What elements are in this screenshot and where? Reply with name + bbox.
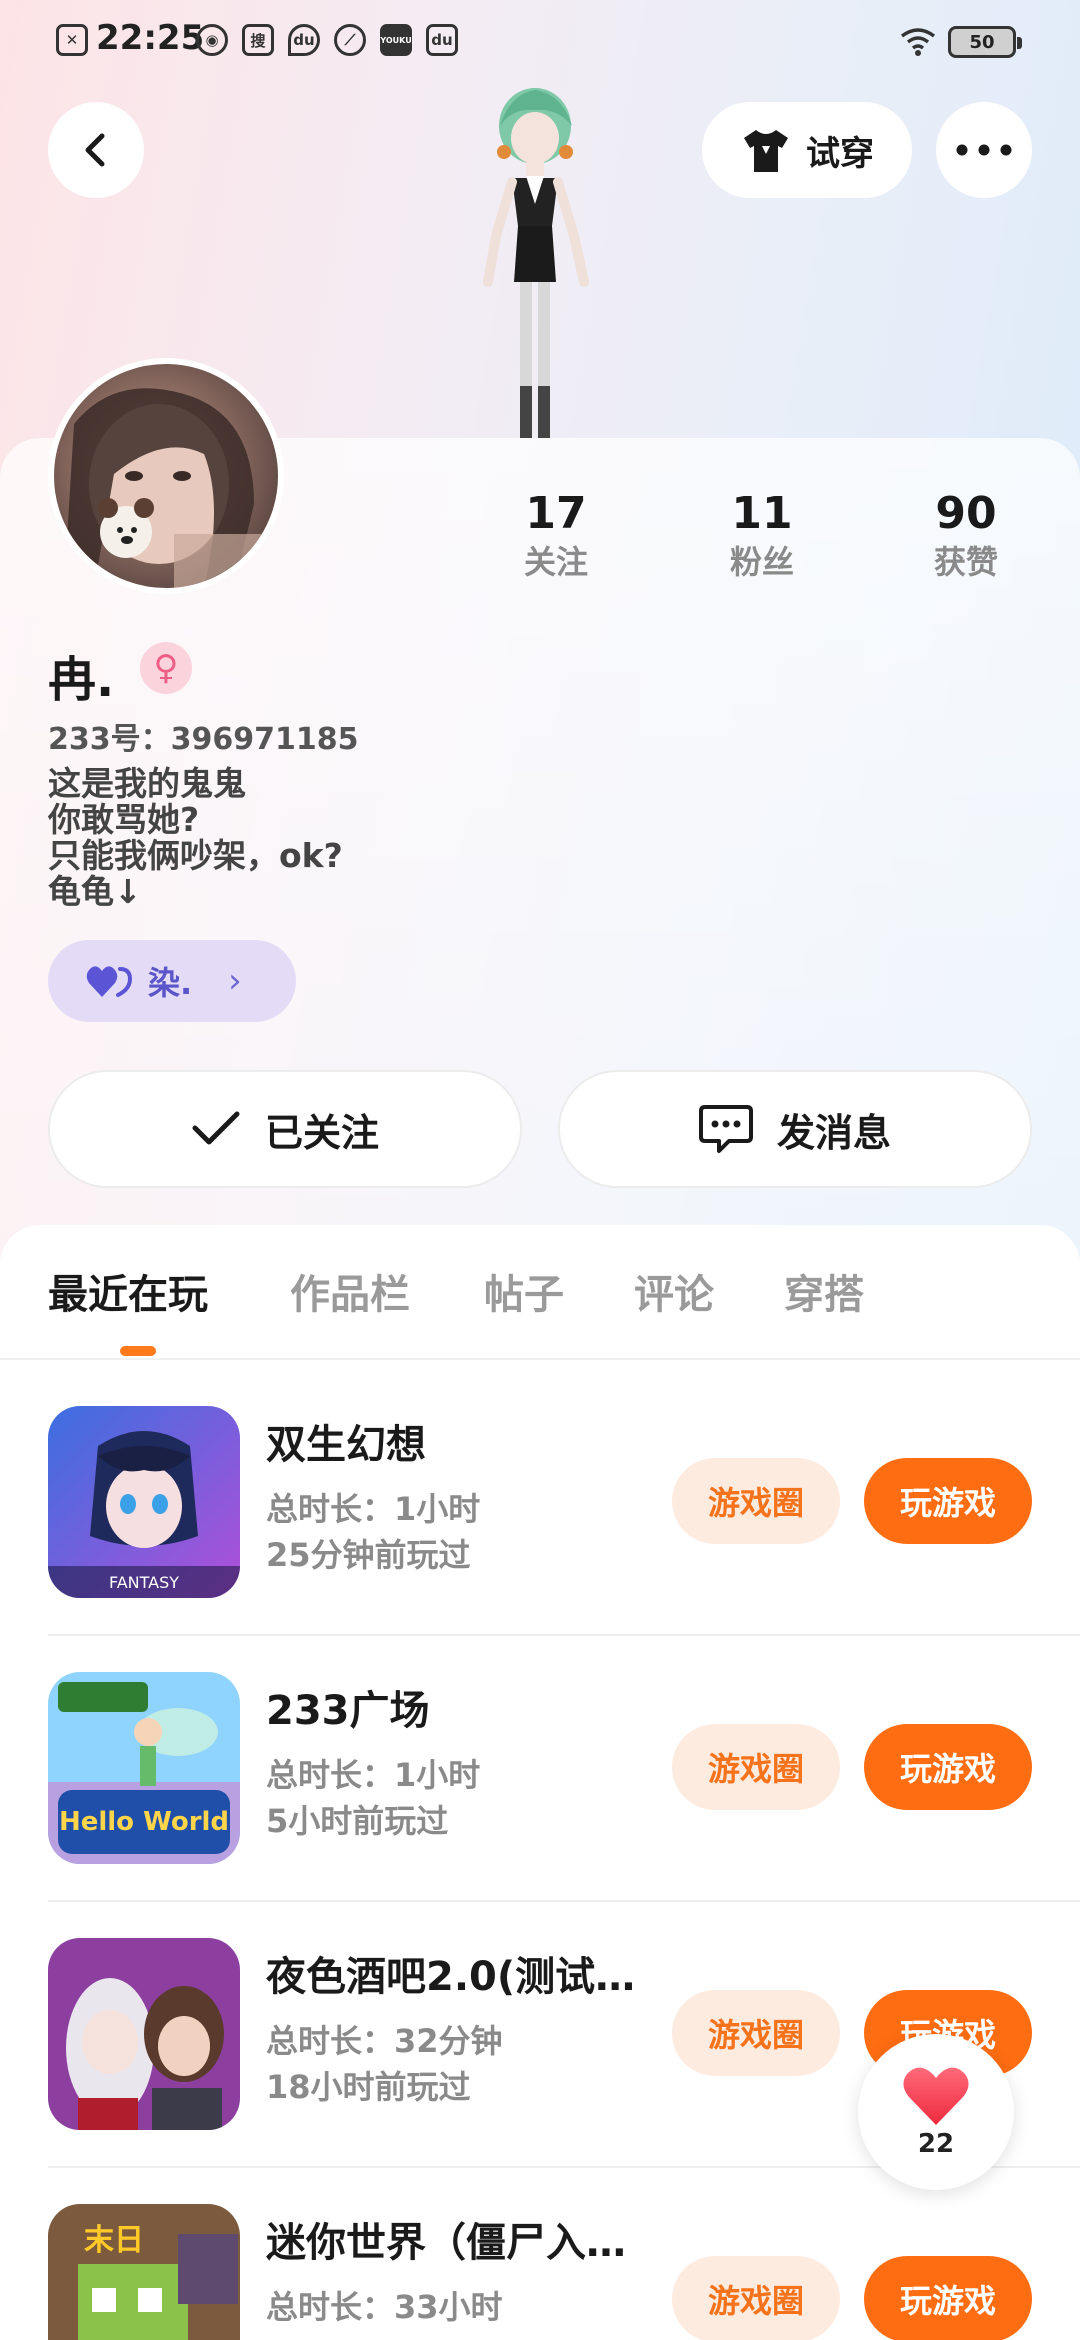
bio-line: 你敢骂她? [48, 800, 200, 839]
send-message-button[interactable]: 发消息 [558, 1070, 1032, 1188]
stat-following-label: 关注 [523, 543, 588, 581]
game-title: 233广场 [266, 1688, 430, 1734]
game-duration: 总时长：1小时 [266, 1756, 481, 1794]
close-friend-name: 染. [148, 964, 193, 1002]
stat-followers-value: 11 [731, 488, 793, 539]
check-icon [192, 1111, 240, 1145]
sogou-icon: 搜 [242, 24, 274, 56]
avatar-photo [64, 388, 264, 588]
game-icon[interactable] [48, 1938, 240, 2130]
leaf-app-icon: ⟋ [334, 24, 366, 56]
close-friend-chip[interactable]: 染. › [48, 940, 296, 1022]
play-game-button[interactable]: 玩游戏 [864, 2256, 1032, 2340]
game-icon[interactable]: FANTASY [48, 1406, 240, 1598]
stat-likes-value: 90 [935, 488, 997, 539]
battery-indicator: 50 [948, 26, 1022, 58]
stat-followers[interactable]: 11 粉丝 [682, 488, 842, 584]
game-row[interactable]: Hello World 233广场 总时长：1小时 5小时前玩过 游戏圈 玩游戏 [0, 1636, 1080, 1902]
like-count: 22 [917, 2129, 955, 2159]
game-title: 迷你世界（僵尸入… [266, 2220, 626, 2266]
tab-active-indicator [120, 1346, 156, 1356]
location-app-icon: du [288, 24, 320, 56]
female-gender-icon: ♀ [140, 642, 192, 694]
game-last-played: 25分钟前玩过 [266, 1536, 471, 1574]
weibo-icon: ◉ [196, 24, 228, 56]
double-heart-icon [86, 966, 133, 997]
avatar-3d-figure[interactable] [440, 86, 630, 438]
stat-likes[interactable]: 90 获赞 [886, 488, 1046, 584]
tab-recently-played[interactable]: 最近在玩 [48, 1262, 208, 1320]
heart-icon [903, 2067, 969, 2125]
followed-button[interactable]: 已关注 [48, 1070, 522, 1188]
stat-following-value: 17 [525, 488, 587, 539]
game-icon[interactable]: 末日 [48, 2204, 240, 2340]
game-icon[interactable]: Hello World [48, 1672, 240, 1864]
game-row[interactable]: 末日 迷你世界（僵尸入… 总时长：33小时 游戏圈 玩游戏 [0, 2168, 1080, 2340]
stat-likes-label: 获赞 [933, 543, 998, 581]
game-cover-image: Hello World [48, 1672, 240, 1864]
svg-text:FANTASY: FANTASY [109, 1573, 179, 1592]
bio-line: 这是我的鬼鬼 [48, 764, 246, 803]
svg-text:末日: 末日 [84, 2223, 144, 2258]
play-game-button[interactable]: 玩游戏 [864, 1458, 1032, 1544]
more-dots-icon [956, 144, 1012, 156]
stat-followers-label: 粉丝 [729, 543, 794, 581]
tab-works[interactable]: 作品栏 [290, 1262, 410, 1320]
play-game-button[interactable]: 玩游戏 [864, 1724, 1032, 1810]
chat-bubble-icon [698, 1105, 753, 1153]
game-circle-button[interactable]: 游戏圈 [672, 1990, 840, 2076]
user-id[interactable]: 233号：396971185 [48, 714, 359, 758]
try-on-label: 试穿 [806, 133, 874, 174]
game-duration: 总时长：1小时 [266, 1490, 481, 1528]
game-circle-button[interactable]: 游戏圈 [672, 1458, 840, 1544]
bio-line: 只能我俩吵架，ok? [48, 836, 343, 875]
status-time: 22:25 [96, 18, 205, 58]
chevron-left-icon [85, 133, 105, 167]
send-message-label: 发消息 [776, 1110, 891, 1155]
game-cover-image: FANTASY [48, 1406, 240, 1598]
back-button[interactable] [48, 102, 144, 198]
chevron-right-icon: › [228, 961, 242, 1001]
more-options-button[interactable] [936, 102, 1032, 198]
du-app-icon: du [426, 24, 458, 56]
game-duration: 总时长：32分钟 [266, 2022, 503, 2060]
game-circle-button[interactable]: 游戏圈 [672, 2256, 840, 2340]
shirt-icon [744, 130, 788, 172]
tab-outfits[interactable]: 穿搭 [784, 1262, 864, 1320]
stat-following[interactable]: 17 关注 [476, 488, 636, 584]
svg-text:Hello World: Hello World [59, 1807, 229, 1837]
game-cover-image: 末日 [48, 2204, 240, 2340]
game-last-played: 18小时前玩过 [266, 2068, 471, 2106]
try-on-button[interactable]: 试穿 [702, 102, 912, 198]
profile-avatar[interactable] [48, 358, 284, 594]
youku-icon: YOUKU [380, 24, 412, 56]
notification-x-icon: ✕ [56, 24, 88, 56]
tab-comments[interactable]: 评论 [634, 1262, 714, 1320]
bio: 这是我的鬼鬼 你敢骂她? 只能我俩吵架，ok? 龟龟↓ [48, 766, 343, 910]
nickname: 冉. [48, 652, 115, 708]
game-title: 夜色酒吧2.0(测试… [266, 1954, 636, 2000]
game-row[interactable]: FANTASY 双生幻想 总时长：1小时 25分钟前玩过 游戏圈 玩游戏 [0, 1370, 1080, 1636]
tabs-divider [0, 1358, 1080, 1360]
game-circle-button[interactable]: 游戏圈 [672, 1724, 840, 1810]
game-cover-image [48, 1938, 240, 2130]
game-last-played: 5小时前玩过 [266, 1802, 449, 1840]
game-duration: 总时长：33小时 [266, 2288, 503, 2326]
status-bar: ✕ 22:25 ◉ 搜 du ⟋ YOUKU du 50 [0, 0, 1080, 82]
tab-posts[interactable]: 帖子 [484, 1262, 564, 1320]
followed-label: 已关注 [264, 1110, 379, 1155]
game-title: 双生幻想 [266, 1422, 426, 1468]
bio-line: 龟龟↓ [48, 872, 142, 911]
wifi-icon [900, 28, 936, 56]
like-floating-button[interactable]: 22 [858, 2034, 1014, 2190]
